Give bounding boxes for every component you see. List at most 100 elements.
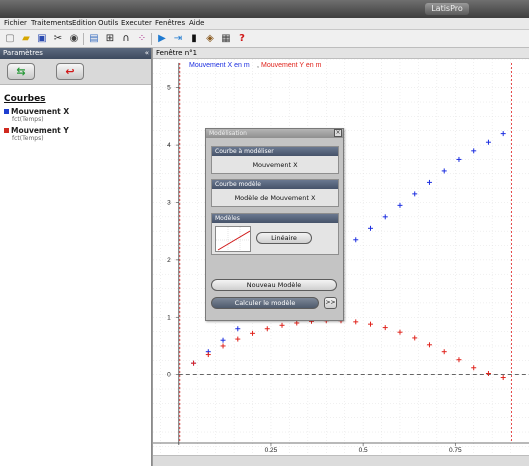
- point-mouvement-y: [456, 357, 462, 363]
- point-mouvement-x: [235, 326, 241, 332]
- menu-outils[interactable]: Outils: [98, 19, 118, 27]
- expand-button[interactable]: >>: [324, 297, 337, 309]
- dialog-title-bar[interactable]: Modélisation ×: [206, 129, 343, 138]
- app-window: LatisPro Fichier Traitements Edition Out…: [0, 0, 529, 466]
- open-folder-icon[interactable]: ▰: [19, 32, 33, 46]
- menu-fenetres[interactable]: Fenêtres: [155, 19, 185, 27]
- section-models: Modèles Linéaire: [211, 213, 339, 255]
- section-title: Courbe modèle: [212, 180, 338, 189]
- parameters-panel-header: Paramètres «: [0, 48, 151, 59]
- scissors-icon[interactable]: ✂: [51, 32, 65, 46]
- section-model-curve: Courbe modèle Modèle de Mouvement X: [211, 179, 339, 207]
- point-mouvement-y: [279, 322, 285, 328]
- menu-executer[interactable]: Executer: [121, 19, 152, 27]
- point-mouvement-y: [294, 320, 300, 326]
- curves-title: Courbes: [4, 94, 46, 104]
- point-mouvement-x: [456, 156, 462, 162]
- curve-item-mouvement-x[interactable]: Mouvement X fct(Temps): [4, 107, 147, 123]
- toolbar: ▢ ▰ ▣ ✂ ◉ ▤ ⊞ ∩ ⁘ ▶ ⇥ ▮ ◈ ▦ ?: [0, 30, 529, 48]
- curve-name: Mouvement Y: [11, 126, 69, 135]
- play-icon[interactable]: ▶: [155, 32, 169, 46]
- calculator-icon[interactable]: ▦: [219, 32, 233, 46]
- section-title: Courbe à modéliser: [212, 147, 338, 156]
- point-mouvement-y: [205, 352, 211, 358]
- point-mouvement-y: [441, 349, 447, 355]
- point-mouvement-y: [397, 329, 403, 335]
- x-tick-label: 0.25: [265, 447, 278, 454]
- menu-traitements[interactable]: Traitements: [31, 19, 72, 27]
- point-mouvement-x: [397, 202, 403, 208]
- legend-separator: ,: [257, 62, 259, 69]
- point-mouvement-x: [367, 225, 373, 231]
- curve-item-mouvement-y[interactable]: Mouvement Y fct(Temps): [4, 126, 147, 142]
- point-mouvement-x: [353, 237, 359, 243]
- y-tick-label: 3: [167, 199, 171, 206]
- point-mouvement-y: [500, 375, 506, 381]
- legend-y: Mouvement Y en m: [261, 62, 322, 69]
- linear-model-button[interactable]: Linéaire: [256, 232, 312, 244]
- point-mouvement-y: [264, 326, 270, 332]
- toolbar-separator: [83, 33, 84, 45]
- help-icon[interactable]: ?: [235, 32, 249, 46]
- undo-button[interactable]: ↩: [56, 63, 84, 80]
- close-icon[interactable]: ×: [334, 129, 342, 137]
- title-bar: LatisPro: [0, 0, 529, 18]
- curve-function: fct(Temps): [12, 116, 44, 123]
- toolbar-separator: [151, 33, 152, 45]
- sensor-icon[interactable]: ▮: [187, 32, 201, 46]
- menu-bar: Fichier Traitements Edition Outils Execu…: [0, 18, 529, 30]
- x-tick-label: 0.5: [359, 447, 368, 454]
- menu-edition[interactable]: Edition: [72, 19, 96, 27]
- point-mouvement-x: [412, 191, 418, 197]
- curve-function: fct(Temps): [12, 135, 44, 142]
- point-mouvement-x: [220, 337, 226, 343]
- save-icon[interactable]: ▣: [35, 32, 49, 46]
- curve-name: Mouvement X: [11, 107, 70, 116]
- curve-to-model-value[interactable]: Mouvement X: [212, 156, 338, 174]
- point-mouvement-x: [485, 139, 491, 145]
- model-curve-value[interactable]: Modèle de Mouvement X: [212, 189, 338, 207]
- horizontal-scrollbar[interactable]: [153, 455, 529, 466]
- point-mouvement-x: [426, 179, 432, 185]
- y-tick-label: 2: [167, 257, 171, 264]
- curve-color-swatch: [4, 109, 9, 114]
- y-tick-label: 0: [167, 372, 171, 379]
- point-mouvement-y: [382, 325, 388, 331]
- new-model-button[interactable]: Nouveau Modèle: [211, 279, 337, 291]
- point-mouvement-y: [220, 343, 226, 349]
- acquisition-icon[interactable]: ⇥: [171, 32, 185, 46]
- window-icon[interactable]: ▤: [87, 32, 101, 46]
- table-icon[interactable]: ⊞: [103, 32, 117, 46]
- linear-model-preview-icon: [215, 226, 251, 252]
- point-mouvement-x: [471, 148, 477, 154]
- parameters-panel-title: Paramètres: [3, 49, 43, 57]
- point-mouvement-y: [367, 321, 373, 327]
- point-mouvement-x: [382, 214, 388, 220]
- menu-fichier[interactable]: Fichier: [4, 19, 27, 27]
- point-mouvement-y: [353, 319, 359, 325]
- point-mouvement-x: [500, 131, 506, 137]
- modelisation-dialog: Modélisation × Courbe à modéliser Mouvem…: [205, 128, 344, 321]
- stamp-icon[interactable]: ◈: [203, 32, 217, 46]
- curve-icon[interactable]: ∩: [119, 32, 133, 46]
- legend-x: Mouvement X en m: [189, 62, 250, 69]
- y-tick-label: 1: [167, 314, 171, 321]
- y-tick-label: 4: [167, 142, 171, 149]
- graph-window-title: Fenêtre n°1: [153, 48, 529, 59]
- dialog-title: Modélisation: [209, 130, 247, 137]
- point-mouvement-y: [235, 336, 241, 342]
- point-mouvement-y: [191, 360, 197, 366]
- app-title: LatisPro: [425, 3, 469, 15]
- point-mouvement-x: [441, 168, 447, 174]
- swap-arrows-button[interactable]: ⇆: [7, 63, 35, 80]
- menu-aide[interactable]: Aide: [189, 19, 204, 27]
- parameters-panel: Paramètres « ⇆ ↩ Courbes Mouvement X fct…: [0, 48, 152, 466]
- plot-points-icon[interactable]: ⁘: [135, 32, 149, 46]
- camera-icon[interactable]: ◉: [67, 32, 81, 46]
- point-mouvement-y: [250, 330, 256, 336]
- parameters-toolbar: ⇆ ↩: [0, 59, 151, 85]
- compute-model-button[interactable]: Calculer le modèle: [211, 297, 319, 309]
- new-file-icon[interactable]: ▢: [3, 32, 17, 46]
- collapse-panel-button[interactable]: «: [145, 48, 149, 59]
- curve-color-swatch: [4, 128, 9, 133]
